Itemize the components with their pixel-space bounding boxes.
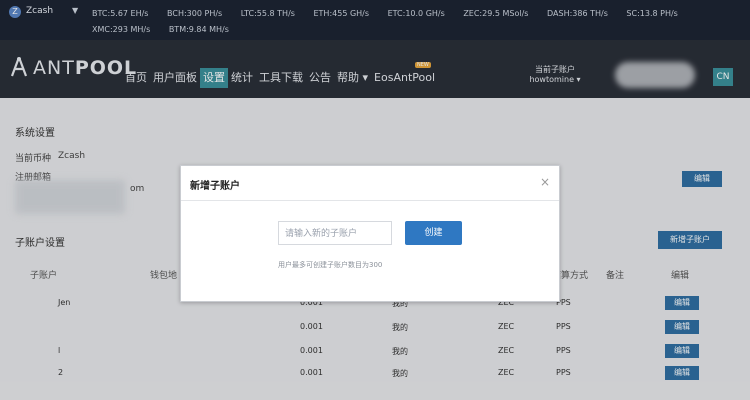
modal-title: 新增子账户 [190,181,240,192]
add-subaccount-modal: 新增子账户 × 创建 用户最多可创建子账户数目为300 [180,165,560,302]
create-button[interactable]: 创建 [405,221,462,245]
max-subaccount-hint: 用户最多可创建子账户数目为300 [278,261,383,269]
close-icon[interactable]: × [540,175,550,189]
subaccount-name-input[interactable] [278,221,392,245]
modal-header: 新增子账户 × [181,166,559,201]
